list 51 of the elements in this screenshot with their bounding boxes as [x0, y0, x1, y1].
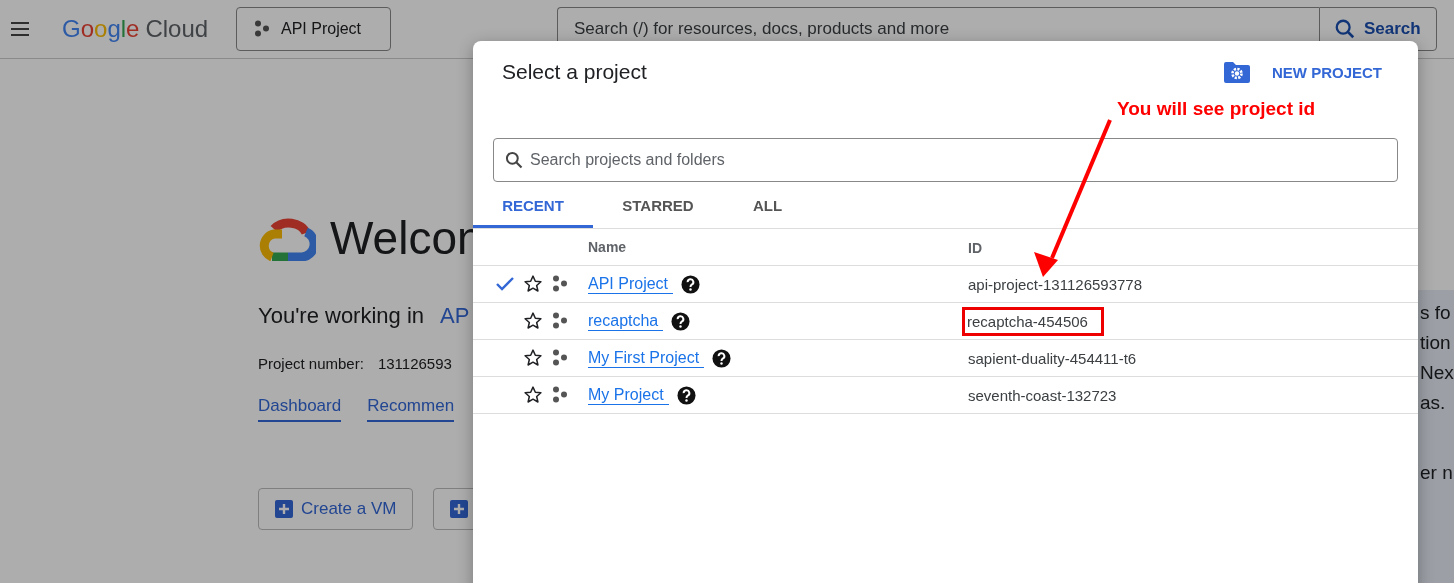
search-icon [1334, 18, 1356, 40]
project-link[interactable]: API Project [588, 274, 674, 294]
project-id: recaptcha-454506 [967, 312, 1088, 330]
project-link[interactable]: recaptcha [588, 311, 664, 331]
folder-gear-icon [1224, 61, 1250, 83]
star-icon[interactable] [523, 385, 543, 405]
nav-link[interactable]: Dashboard [258, 396, 342, 422]
search-icon [504, 150, 524, 170]
star-icon[interactable] [523, 274, 543, 294]
help-icon[interactable] [712, 348, 732, 368]
plus-icon [275, 500, 293, 518]
project-id: api-project-131126593778 [968, 275, 1143, 293]
project-id: seventh-coast-132723 [968, 386, 1117, 404]
logo-product: Cloud [145, 15, 209, 43]
project-icon [551, 275, 569, 293]
help-icon[interactable] [671, 311, 691, 331]
project-icon [551, 386, 569, 404]
project-link[interactable]: AP [440, 303, 470, 329]
help-icon[interactable] [681, 274, 701, 294]
star-icon[interactable] [523, 311, 543, 331]
panel-text: Nex [1420, 361, 1454, 385]
annotation-label: You will see project id [1117, 98, 1316, 120]
help-icon[interactable] [676, 385, 696, 405]
panel-text: s fo [1420, 301, 1452, 325]
panel-text: as. [1420, 391, 1447, 415]
plus-icon [450, 500, 469, 518]
tab[interactable]: RECENT [473, 184, 593, 228]
cloud-logo-icon [258, 215, 316, 261]
project-number-label: Project number: [258, 355, 364, 372]
project-id: sapient-duality-454411-t6 [968, 349, 1137, 367]
working-in-label: You're working in [258, 303, 425, 329]
project-link[interactable]: My First Project [588, 348, 705, 368]
tab[interactable]: STARRED [593, 184, 723, 228]
logo-wordmark: Google [62, 15, 140, 43]
star-icon[interactable] [523, 348, 543, 368]
panel-text: er n [1420, 461, 1454, 485]
action-button[interactable]: Create a VM [258, 488, 414, 530]
project-icon [551, 349, 569, 367]
column-header: Name [588, 239, 627, 255]
tab[interactable]: ALL [723, 184, 823, 228]
panel-text: tion [1420, 331, 1452, 355]
new-project-button[interactable]: NEW PROJECT [1224, 61, 1382, 83]
column-header: ID [968, 239, 982, 256]
project-icon [551, 312, 569, 330]
project-number: 131126593 [377, 355, 452, 372]
project-icon [253, 20, 271, 38]
project-picker-button[interactable]: API Project [236, 7, 391, 51]
project-search-field[interactable]: Search projects and folders [493, 138, 1398, 182]
dialog-title: Select a project [502, 60, 648, 84]
nav-link[interactable]: Recommen [367, 396, 455, 422]
project-link[interactable]: My Project [588, 385, 669, 405]
